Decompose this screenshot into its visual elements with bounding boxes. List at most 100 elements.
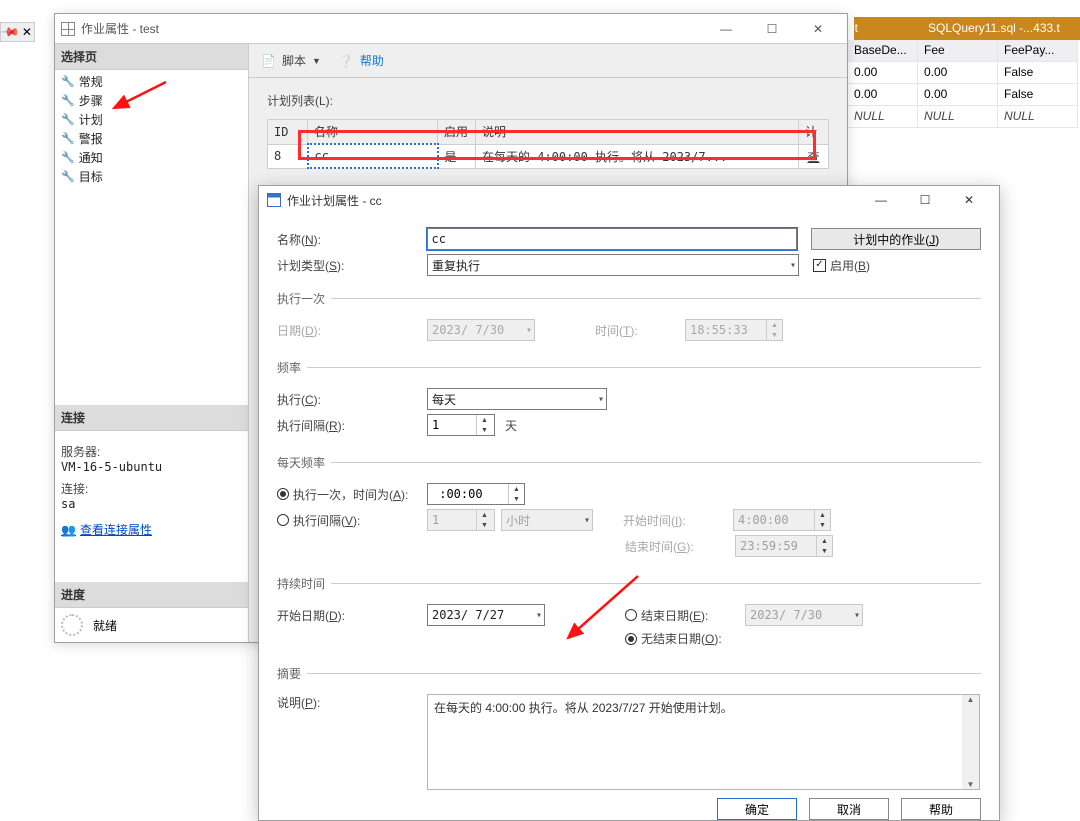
job-titlebar[interactable]: 作业属性 - test — ☐ ✕ <box>55 14 847 44</box>
once-at-radio[interactable]: 执行一次，时间为(A): <box>277 486 427 503</box>
background-tab: et SQLQuery11.sql -...433.t <box>854 17 1080 40</box>
plan-table[interactable]: ID 名称 启用 说明 计 8 cc 是 在每天的 4:00:00 执行。将从 … <box>267 119 829 169</box>
once-time-spinner: ▲▼ <box>685 319 783 341</box>
spinner-buttons[interactable]: ▲▼ <box>476 415 492 435</box>
exec-label: 执行(C): <box>277 391 427 408</box>
sidebar-item-steps[interactable]: 🔧步骤 <box>59 91 244 110</box>
bg-cell: 0.00 <box>918 62 998 84</box>
sidebar-item-schedule[interactable]: 🔧计划 <box>59 110 244 129</box>
maximize-button[interactable]: ☐ <box>749 14 795 44</box>
minimize-button[interactable]: — <box>859 186 903 214</box>
spinner-buttons[interactable]: ▲▼ <box>508 484 524 504</box>
bg-col-feepay: FeePay... <box>998 40 1078 62</box>
interval-label: 执行间隔(R): <box>277 417 427 434</box>
no-end-date-radio[interactable]: 无结束日期(O): <box>625 630 722 647</box>
end-time-spinner: ▲▼ <box>735 535 833 557</box>
wrench-icon: 🔧 <box>61 151 75 164</box>
chevron-down-icon: ▾ <box>536 610 542 621</box>
close-button[interactable]: ✕ <box>947 186 991 214</box>
conn-value: sa <box>61 497 242 511</box>
maximize-button[interactable]: ☐ <box>903 186 947 214</box>
bg-tab-title: SQLQuery11.sql -...433.t <box>928 21 1060 35</box>
col-id[interactable]: ID <box>268 120 308 145</box>
help-link[interactable]: 帮助 <box>360 52 384 69</box>
conn-label: 连接: <box>61 480 242 497</box>
cell-name[interactable]: cc <box>308 144 438 168</box>
job-title: 作业属性 - test <box>81 20 159 37</box>
summary-legend: 摘要 <box>277 665 307 682</box>
interval-spinner[interactable]: ▲▼ <box>427 414 495 436</box>
server-value: VM-16-5-ubuntu <box>61 460 242 474</box>
cell-view[interactable]: 查 <box>799 144 829 168</box>
sidebar-connection: 服务器: VM-16-5-ubuntu 连接: sa 👥 查看连接属性 <box>55 431 248 544</box>
once-date-picker: 2023/ 7/30▾ <box>427 319 535 341</box>
col-plan[interactable]: 计 <box>799 120 829 145</box>
script-icon: 📄 <box>261 54 276 68</box>
date-label: 日期(D): <box>277 322 427 339</box>
sidebar-item-alert[interactable]: 🔧警报 <box>59 129 244 148</box>
end-date-radio[interactable]: 结束日期(E): <box>625 607 745 624</box>
start-time-label: 开始时间(I): <box>623 512 733 529</box>
sidebar-item-notify[interactable]: 🔧通知 <box>59 148 244 167</box>
type-select[interactable]: 重复执行 ▾ <box>427 254 799 276</box>
repeat-every-radio[interactable]: 执行间隔(V): <box>277 512 427 529</box>
daily-frequency-group: 每天频率 执行一次，时间为(A): ▲▼ 执行间隔(V): ▲▼ <box>277 454 981 561</box>
enable-checkbox[interactable]: ✓ 启用(B) <box>813 257 870 274</box>
background-grid: BaseDe... Fee FeePay... 0.00 0.00 False … <box>848 40 1080 160</box>
bg-col-basede: BaseDe... <box>848 40 918 62</box>
minimize-button[interactable]: — <box>703 14 749 44</box>
col-name[interactable]: 名称 <box>308 120 438 145</box>
checkbox-icon: ✓ <box>813 259 826 272</box>
duration-group: 持续时间 开始日期(D): 2023/ 7/27▾ 结束日期(E): 2023/… <box>277 575 981 651</box>
col-desc[interactable]: 说明 <box>476 120 799 145</box>
schedule-titlebar[interactable]: 作业计划属性 - cc — ☐ ✕ <box>259 186 999 214</box>
duration-legend: 持续时间 <box>277 575 331 592</box>
summary-label: 说明(P): <box>277 694 427 711</box>
cell-desc: 在每天的 4:00:00 执行。将从 2023/7... <box>476 144 799 168</box>
script-toolbar: 📄 脚本 ▼ ❔ 帮助 <box>249 44 847 78</box>
close-icon[interactable]: ✕ <box>22 25 32 39</box>
name-input[interactable] <box>427 228 798 250</box>
chevron-down-icon: ▾ <box>790 260 796 271</box>
radio-icon <box>625 609 637 621</box>
view-connection-link[interactable]: 👥 查看连接属性 <box>61 521 152 538</box>
bg-cell: 0.00 <box>848 84 918 106</box>
frequency-select[interactable]: 每天▾ <box>427 388 607 410</box>
wrench-icon: 🔧 <box>61 132 75 145</box>
start-date-label: 开始日期(D): <box>277 607 427 624</box>
bg-cell: NULL <box>998 106 1078 128</box>
job-sidebar: 选择页 🔧常规 🔧步骤 🔧计划 🔧警报 🔧通知 🔧目标 连接 服务器: VM-1… <box>55 44 249 642</box>
cell-id: 8 <box>268 144 308 168</box>
connection-icon: 👥 <box>61 523 76 537</box>
col-enable[interactable]: 启用 <box>438 120 476 145</box>
table-row[interactable]: 8 cc 是 在每天的 4:00:00 执行。将从 2023/7... 查 <box>268 144 829 168</box>
once-at-time-spinner[interactable]: ▲▼ <box>427 483 525 505</box>
type-label: 计划类型(S): <box>277 257 427 274</box>
chevron-down-icon[interactable]: ▼ <box>312 56 321 66</box>
ok-button[interactable]: 确定 <box>717 798 797 820</box>
radio-icon <box>277 514 289 526</box>
script-label[interactable]: 脚本 <box>282 52 306 69</box>
help-button[interactable]: 帮助 <box>901 798 981 820</box>
jobs-in-plan-button[interactable]: 计划中的作业(J) <box>811 228 981 250</box>
close-button[interactable]: ✕ <box>795 14 841 44</box>
start-date-picker[interactable]: 2023/ 7/27▾ <box>427 604 545 626</box>
sidebar-connection-header: 连接 <box>55 405 248 431</box>
sidebar-item-target[interactable]: 🔧目标 <box>59 167 244 186</box>
time-label: 时间(T): <box>595 322 685 339</box>
sidebar-item-general[interactable]: 🔧常规 <box>59 72 244 91</box>
window-icon <box>61 22 75 36</box>
wrench-icon: 🔧 <box>61 113 75 126</box>
left-panel-stub[interactable]: 📌 ✕ <box>0 22 35 42</box>
bg-cell: 0.00 <box>918 84 998 106</box>
wrench-icon: 🔧 <box>61 94 75 107</box>
repeat-unit-select: 小时▾ <box>501 509 593 531</box>
help-icon: ❔ <box>339 54 354 68</box>
daily-frequency-legend: 每天频率 <box>277 454 331 471</box>
bg-tab-et: et <box>848 17 858 40</box>
cancel-button[interactable]: 取消 <box>809 798 889 820</box>
scrollbar[interactable]: ▲▼ <box>962 695 979 789</box>
frequency-legend: 频率 <box>277 359 307 376</box>
bg-col-fee: Fee <box>918 40 998 62</box>
summary-textarea[interactable]: 在每天的 4:00:00 执行。将从 2023/7/27 开始使用计划。 ▲▼ <box>427 694 980 790</box>
